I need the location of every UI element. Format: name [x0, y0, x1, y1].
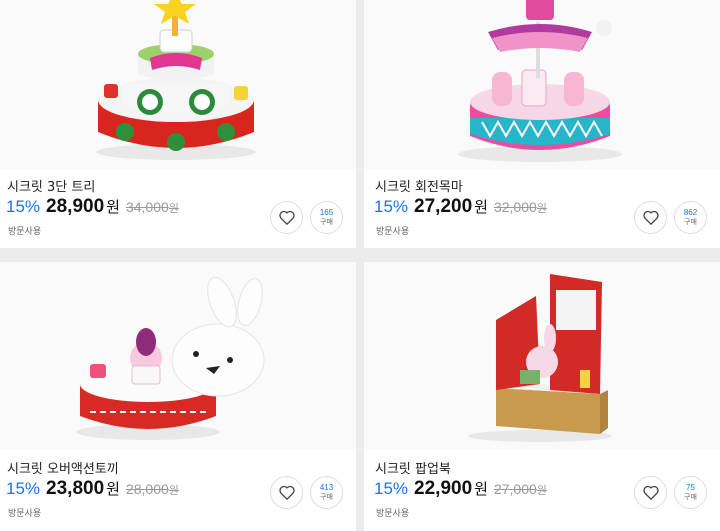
- purchase-count-badge[interactable]: 165 구매: [310, 201, 343, 234]
- product-title[interactable]: 시크릿 팝업북: [375, 458, 451, 477]
- usage-note: 방문사용: [376, 509, 410, 519]
- original-price: 28,000: [125, 481, 169, 497]
- heart-icon: [642, 210, 659, 225]
- original-price-currency: 원: [168, 202, 179, 215]
- purchase-label: 구매: [684, 218, 697, 226]
- product-title[interactable]: 시크릿 3단 트리: [7, 176, 95, 195]
- purchase-label: 구매: [684, 493, 697, 501]
- sale-price: 28,900: [46, 196, 105, 217]
- product-grid: 시크릿 3단 트리 15% 28,900 원 34,000 원 방문사용 165…: [0, 0, 720, 531]
- usage-note: 방문사용: [376, 227, 410, 237]
- discount-rate: 15%: [6, 479, 41, 498]
- original-price-currency: 원: [536, 484, 547, 497]
- carousel-cake-illustration: [458, 0, 622, 162]
- purchase-count-badge[interactable]: 75 구매: [674, 476, 707, 509]
- sale-price-currency: 원: [474, 198, 488, 216]
- usage-note: 방문사용: [8, 227, 42, 237]
- purchase-count: 862: [683, 208, 698, 217]
- usage-note: 방문사용: [8, 509, 42, 519]
- popup-book-illustration: [468, 274, 612, 442]
- sale-price: 27,200: [414, 196, 473, 217]
- original-price: 32,000: [493, 199, 537, 215]
- original-price-currency: 원: [536, 202, 547, 215]
- price-row: 15% 27,200 원 32,000 원: [374, 196, 547, 218]
- price-row: 15% 22,900 원 27,000 원: [374, 478, 547, 500]
- heart-icon: [278, 210, 295, 225]
- product-card[interactable]: 시크릿 회전목마 15% 27,200 원 32,000 원 방문사용 862 …: [364, 0, 720, 248]
- wishlist-button[interactable]: [270, 201, 303, 234]
- discount-rate: 15%: [6, 197, 41, 216]
- rabbit-cake-illustration: [76, 276, 265, 440]
- cake-illustration: [96, 0, 256, 160]
- product-title[interactable]: 시크릿 회전목마: [375, 176, 463, 195]
- wishlist-button[interactable]: [634, 476, 667, 509]
- sale-price-currency: 원: [106, 198, 120, 216]
- purchase-count-badge[interactable]: 413 구매: [310, 476, 343, 509]
- discount-rate: 15%: [374, 479, 409, 498]
- sale-price: 22,900: [414, 478, 473, 499]
- discount-rate: 15%: [374, 197, 409, 216]
- product-card[interactable]: 시크릿 오버액션토끼 15% 23,800 원 28,000 원 방문사용 41…: [0, 262, 356, 531]
- purchase-count-badge[interactable]: 862 구매: [674, 201, 707, 234]
- purchase-label: 구매: [320, 493, 333, 501]
- product-title[interactable]: 시크릿 오버액션토끼: [7, 458, 119, 477]
- product-card[interactable]: 시크릿 3단 트리 15% 28,900 원 34,000 원 방문사용 165…: [0, 0, 356, 248]
- wishlist-button[interactable]: [634, 201, 667, 234]
- product-image-popup-book-cake[interactable]: [364, 262, 720, 450]
- heart-icon: [278, 485, 295, 500]
- original-price: 34,000: [125, 199, 169, 215]
- product-image-overaction-rabbit-cake[interactable]: [0, 262, 356, 450]
- product-image-carousel-cake[interactable]: [364, 0, 720, 170]
- price-row: 15% 23,800 원 28,000 원: [6, 478, 179, 500]
- price-row: 15% 28,900 원 34,000 원: [6, 196, 179, 218]
- wishlist-button[interactable]: [270, 476, 303, 509]
- original-price-currency: 원: [168, 484, 179, 497]
- sale-price: 23,800: [46, 478, 105, 499]
- purchase-count: 413: [319, 483, 334, 492]
- product-card[interactable]: 시크릿 팝업북 15% 22,900 원 27,000 원 방문사용 75 구매: [364, 262, 720, 531]
- product-image-three-tier-tree-cake[interactable]: [0, 0, 356, 170]
- sale-price-currency: 원: [474, 480, 488, 498]
- sale-price-currency: 원: [106, 480, 120, 498]
- purchase-count: 165: [319, 208, 334, 217]
- purchase-label: 구매: [320, 218, 333, 226]
- original-price: 27,000: [493, 481, 537, 497]
- purchase-count: 75: [686, 483, 695, 492]
- heart-icon: [642, 485, 659, 500]
